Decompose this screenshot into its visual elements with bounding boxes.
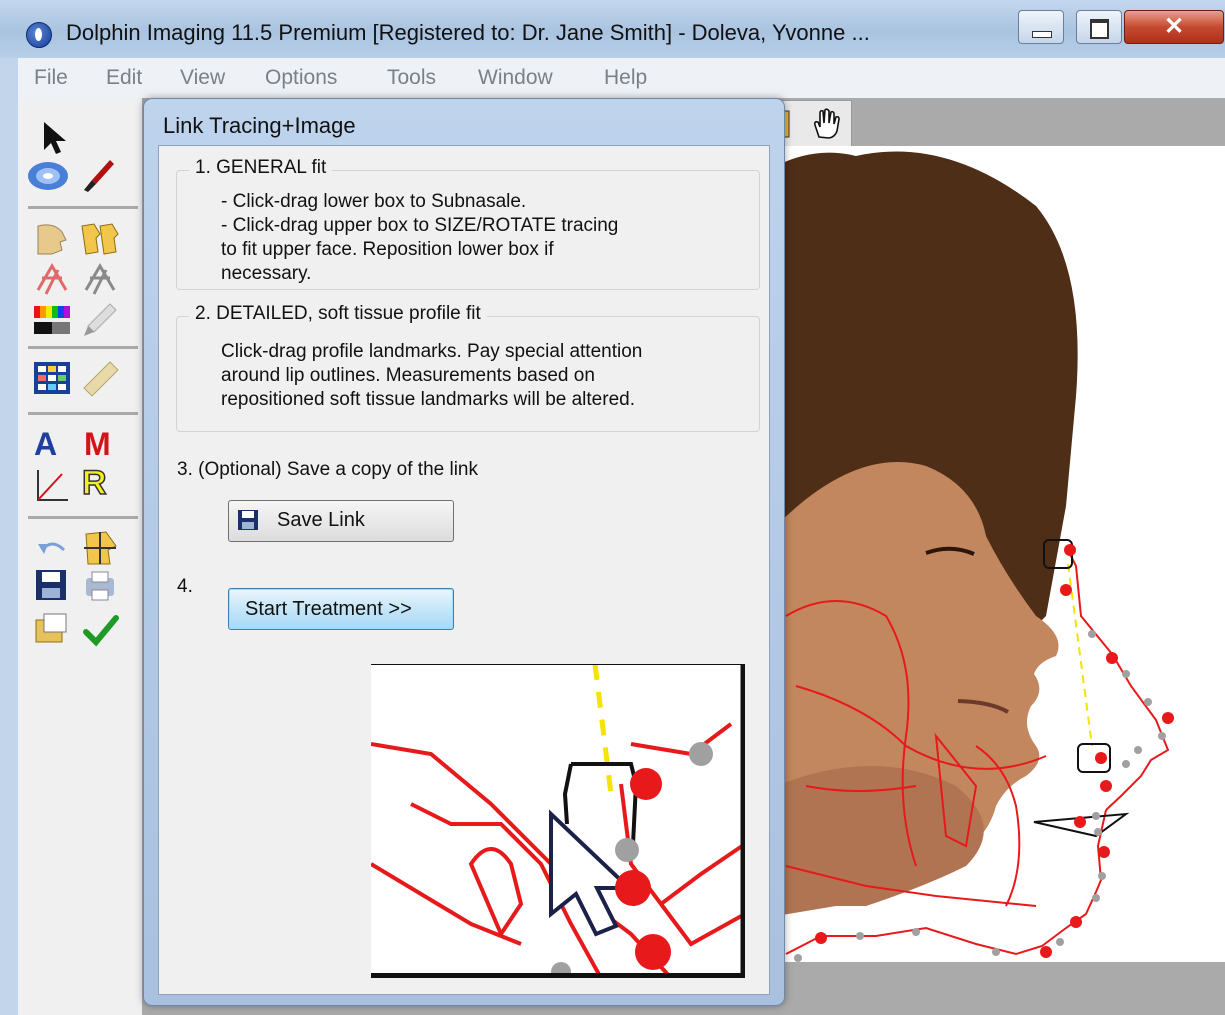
maximize-button[interactable] [1076, 10, 1122, 44]
detailed-fit-line3: repositioned soft tissue landmarks will … [221, 389, 635, 410]
save-copy-label: 3. (Optional) Save a copy of the link [177, 459, 478, 480]
dialog-title: Link Tracing+Image [163, 113, 356, 138]
window-title: Dolphin Imaging 11.5 Premium [Registered… [66, 20, 870, 45]
start-treatment-button[interactable]: Start Treatment >> [228, 588, 454, 630]
pen-tool-icon[interactable] [80, 300, 120, 340]
step4-label: 4. [177, 576, 193, 597]
patient-profile-photo [776, 146, 1225, 962]
general-fit-group: 1. GENERAL fit - Click-drag lower box to… [176, 157, 760, 290]
color-bars-icon[interactable] [32, 300, 72, 340]
general-fit-line4: necessary. [221, 263, 312, 284]
left-toolbar: A M R [18, 98, 143, 1015]
analysis-a-button[interactable]: A [34, 426, 57, 463]
toolbar-separator [28, 516, 138, 519]
start-treatment-label: Start Treatment >> [245, 598, 412, 620]
tracing-red-icon[interactable] [32, 260, 72, 300]
zoom-preview [371, 664, 745, 978]
toolbar-separator [28, 346, 138, 349]
detailed-fit-line1: Click-drag profile landmarks. Pay specia… [221, 341, 643, 362]
profile-pair-icon[interactable] [80, 220, 120, 260]
minimize-button[interactable] [1018, 10, 1064, 44]
pointer-arrow-icon[interactable] [36, 118, 76, 158]
close-icon: ✕ [1163, 13, 1185, 40]
menu-view[interactable]: View [180, 66, 225, 90]
paint-brush-icon[interactable] [80, 156, 120, 196]
blur-lens-icon[interactable] [26, 156, 70, 196]
general-fit-line2: - Click-drag upper box to SIZE/ROTATE tr… [221, 215, 619, 236]
menu-bar: File Edit View Options Tools Window Help [18, 58, 1225, 99]
close-button[interactable]: ✕ [1124, 10, 1224, 44]
measure-m-button[interactable]: M [84, 426, 111, 463]
toolbar-separator [28, 412, 138, 415]
tracing-gray-icon[interactable] [80, 260, 120, 300]
ruler-icon[interactable] [80, 358, 120, 398]
save-disk-icon[interactable] [32, 566, 72, 606]
export-icon[interactable] [32, 610, 72, 650]
dolphin-app-icon[interactable] [26, 22, 52, 48]
menu-edit[interactable]: Edit [106, 66, 142, 90]
undo-icon[interactable] [32, 528, 72, 568]
report-r-button[interactable]: R [81, 463, 107, 503]
grid-panel-icon[interactable] [32, 358, 72, 398]
menu-file[interactable]: File [34, 66, 68, 90]
general-fit-title: 1. GENERAL fit [189, 157, 333, 179]
general-fit-line3: to fit upper face. Reposition lower box … [221, 239, 554, 260]
detailed-fit-title: 2. DETAILED, soft tissue profile fit [189, 303, 487, 325]
toolbar-separator [28, 206, 138, 209]
save-disk-icon [238, 510, 258, 530]
save-link-button[interactable]: Save Link [228, 500, 454, 542]
hand-pan-icon[interactable] [809, 107, 843, 141]
detailed-fit-group: 2. DETAILED, soft tissue profile fit Cli… [176, 303, 760, 432]
detailed-fit-line2: around lip outlines. Measurements based … [221, 365, 595, 386]
menu-window[interactable]: Window [478, 66, 553, 90]
title-bar: Dolphin Imaging 11.5 Premium [Registered… [0, 0, 1225, 59]
window-frame-left [0, 58, 18, 1015]
save-link-label: Save Link [277, 509, 365, 531]
menu-tools[interactable]: Tools [387, 66, 436, 90]
angle-icon[interactable] [32, 466, 72, 506]
profile-heads-icon[interactable] [32, 220, 72, 260]
print-icon[interactable] [80, 566, 120, 606]
menu-help[interactable]: Help [604, 66, 647, 90]
image-toolbar [776, 100, 852, 148]
general-fit-line1: - Click-drag lower box to Subnasale. [221, 191, 527, 212]
menu-options[interactable]: Options [265, 66, 337, 90]
checkmark-icon[interactable] [80, 610, 120, 650]
superimpose-icon[interactable] [80, 528, 120, 568]
